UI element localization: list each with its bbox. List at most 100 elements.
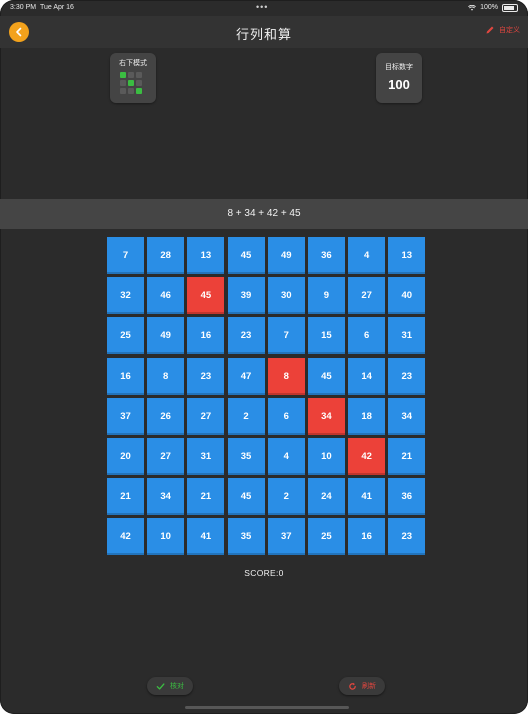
navigation-bar: 行列和算 自定义 <box>0 16 528 48</box>
status-time: 3:30 PM <box>10 4 37 11</box>
grid-cell[interactable]: 36 <box>388 478 426 516</box>
grid-cell[interactable]: 49 <box>147 317 185 355</box>
grid-cell[interactable]: 21 <box>107 478 144 516</box>
grid-cell[interactable]: 37 <box>107 397 144 435</box>
mode-cell <box>128 80 134 86</box>
checkmark-icon <box>156 682 165 690</box>
refresh-button-label: 刷新 <box>362 683 376 690</box>
grid-cell[interactable]: 21 <box>388 437 426 475</box>
grid-cell[interactable]: 35 <box>227 437 265 475</box>
custom-button-label: 自定义 <box>499 27 520 34</box>
grid-cell[interactable]: 4 <box>348 237 386 274</box>
grid-cell[interactable]: 35 <box>227 518 265 556</box>
grid-cell[interactable]: 45 <box>227 478 265 516</box>
battery-icon <box>502 4 518 12</box>
grid-cell[interactable]: 6 <box>267 397 305 435</box>
mode-selector[interactable]: 右下模式 <box>110 53 156 103</box>
grid-cell[interactable]: 15 <box>307 317 345 355</box>
grid-cell[interactable]: 10 <box>307 437 345 475</box>
grid-cell[interactable]: 40 <box>388 277 426 315</box>
grid-cell[interactable]: 10 <box>147 518 185 556</box>
grid-cell[interactable]: 7 <box>267 317 305 355</box>
grid-cell[interactable]: 26 <box>147 397 185 435</box>
grid-cell[interactable]: 2 <box>267 478 305 516</box>
grid-cell[interactable]: 23 <box>388 357 426 395</box>
grid-cell[interactable]: 13 <box>187 237 225 274</box>
custom-button[interactable]: 自定义 <box>485 25 520 35</box>
grid-cell[interactable]: 9 <box>307 277 345 315</box>
grid-cell[interactable]: 7 <box>107 237 144 274</box>
mode-cell <box>120 80 126 86</box>
grid-cell[interactable]: 27 <box>147 437 185 475</box>
refresh-icon <box>349 682 356 690</box>
grid-cell[interactable]: 16 <box>107 357 144 395</box>
grid-cell[interactable]: 28 <box>147 237 185 274</box>
battery-percent: 100% <box>480 4 498 11</box>
mode-cell <box>128 88 134 94</box>
grid-cell-selected[interactable]: 8 <box>267 357 305 395</box>
equation-text: 8 + 34 + 42 + 45 <box>227 208 301 219</box>
mode-label: 右下模式 <box>119 60 147 67</box>
home-indicator <box>185 706 349 709</box>
grid-cell[interactable]: 49 <box>267 237 305 274</box>
target-label: 目标数字 <box>385 64 413 71</box>
mode-cell <box>128 72 134 78</box>
grid-cell[interactable]: 23 <box>227 317 265 355</box>
check-button-label: 核对 <box>170 683 184 690</box>
grid-cell[interactable]: 13 <box>388 237 426 274</box>
grid-cell[interactable]: 25 <box>307 518 345 556</box>
mode-cell <box>136 72 142 78</box>
mode-cell <box>120 72 126 78</box>
grid-cell[interactable]: 8 <box>147 357 185 395</box>
grid-cell[interactable]: 16 <box>187 317 225 355</box>
grid-cell[interactable]: 14 <box>348 357 386 395</box>
grid-cell[interactable]: 31 <box>187 437 225 475</box>
target-card: 目标数字 100 <box>376 53 422 103</box>
grid-cell[interactable]: 20 <box>107 437 144 475</box>
grid-cell[interactable]: 41 <box>348 478 386 516</box>
grid-cell[interactable]: 36 <box>307 237 345 274</box>
grid-cell[interactable]: 31 <box>388 317 426 355</box>
grid-cell[interactable]: 34 <box>388 397 426 435</box>
grid-cell-selected[interactable]: 42 <box>348 437 386 475</box>
grid-cell[interactable]: 39 <box>227 277 265 315</box>
grid-cell[interactable]: 45 <box>307 357 345 395</box>
grid-cell[interactable]: 37 <box>267 518 305 556</box>
grid-cell[interactable]: 23 <box>187 357 225 395</box>
grid-cell[interactable]: 27 <box>348 277 386 315</box>
multitask-dots[interactable]: ••• <box>256 0 268 15</box>
grid-cell[interactable]: 6 <box>348 317 386 355</box>
grid-cell-selected[interactable]: 34 <box>307 397 345 435</box>
grid-cell-selected[interactable]: 45 <box>187 277 225 315</box>
grid-cell[interactable]: 21 <box>187 478 225 516</box>
grid-cell[interactable]: 42 <box>107 518 144 556</box>
grid-cell[interactable]: 25 <box>107 317 144 355</box>
mode-cell <box>120 88 126 94</box>
status-date: Tue Apr 16 <box>39 4 74 11</box>
grid-cell[interactable]: 34 <box>147 478 185 516</box>
grid-cell[interactable]: 4 <box>267 437 305 475</box>
mode-cell <box>136 88 142 94</box>
mode-preview-grid <box>120 72 142 94</box>
refresh-button[interactable]: 刷新 <box>339 677 385 695</box>
grid-cell[interactable]: 24 <box>307 478 345 516</box>
grid-cell[interactable]: 45 <box>227 237 265 274</box>
grid-cell[interactable]: 30 <box>267 277 305 315</box>
grid-cell[interactable]: 18 <box>348 397 386 435</box>
pencil-icon <box>486 26 494 34</box>
check-button[interactable]: 核对 <box>147 677 193 695</box>
status-bar: 3:30 PM Tue Apr 16 ••• 100% <box>0 0 528 16</box>
grid-cell[interactable]: 16 <box>348 518 386 556</box>
grid-cell[interactable]: 32 <box>107 277 144 315</box>
status-time-date: 3:30 PM Tue Apr 16 <box>10 0 74 16</box>
grid-cell[interactable]: 46 <box>147 277 185 315</box>
grid-cell[interactable]: 41 <box>187 518 225 556</box>
score-text: SCORE:0 <box>244 568 284 578</box>
grid-cell[interactable]: 2 <box>227 397 265 435</box>
mode-cell <box>136 80 142 86</box>
app-window: 3:30 PM Tue Apr 16 ••• 100% 行列和算 自定义 右下模… <box>0 0 528 714</box>
grid-cell[interactable]: 27 <box>187 397 225 435</box>
target-value: 100 <box>388 77 410 92</box>
grid-cell[interactable]: 47 <box>227 357 265 395</box>
grid-cell[interactable]: 23 <box>388 518 426 556</box>
